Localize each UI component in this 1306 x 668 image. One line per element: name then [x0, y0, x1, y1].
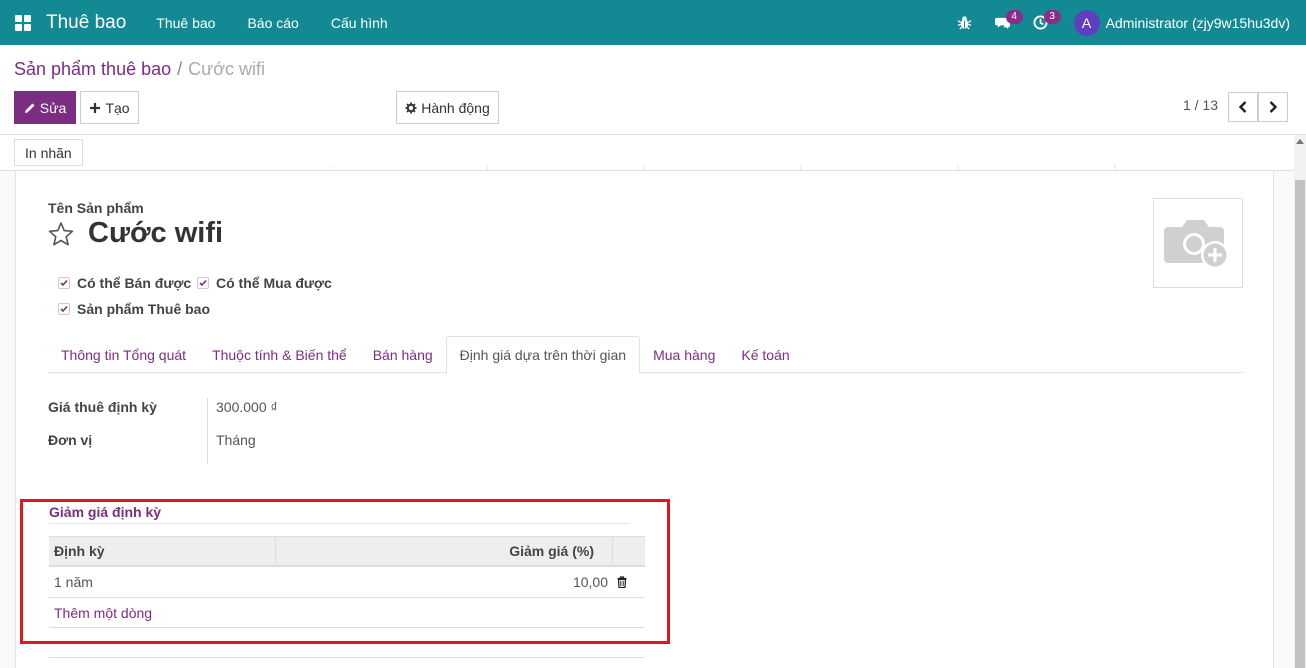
product-name[interactable]: Cước wifi: [88, 217, 223, 250]
star-icon[interactable]: [48, 221, 74, 247]
top-navbar: Thuê bao Thuê bao Báo cáo Cấu hình 4 3 A…: [0, 0, 1306, 45]
control-panel: Sản phẩm thuê bao / Cước wifi Sửa Tạo Hành…: [0, 45, 1306, 135]
edit-button[interactable]: Sửa: [14, 91, 76, 124]
chevron-left-icon: [1238, 101, 1247, 113]
form-sheet: Tên Sản phẩm Cước wifi Có thể Bán được C…: [15, 171, 1274, 668]
cell-period[interactable]: 1 năm: [49, 574, 276, 590]
check-icon: [199, 279, 207, 287]
avatar: A: [1073, 9, 1100, 36]
edit-button-label: Sửa: [39, 99, 67, 116]
tab-time-based-pricing[interactable]: Định giá dựa trên thời gian: [445, 336, 641, 374]
section-divider: [49, 523, 629, 524]
activities-badge: 3: [1043, 10, 1061, 24]
checkbox-subscription-product[interactable]: Sản phẩm Thuê bao: [58, 301, 210, 317]
field-separator: [207, 398, 208, 464]
column-header-discount[interactable]: Giảm giá (%): [276, 537, 613, 565]
cell-discount[interactable]: 10,00: [276, 574, 613, 590]
form-tabs: Thông tin Tổng quát Thuộc tính & Biến th…: [48, 336, 1243, 374]
create-button-label: Tạo: [105, 99, 130, 116]
check-icon: [60, 279, 68, 287]
checkbox-label: Có thể Bán được: [77, 275, 192, 291]
tab-accounting[interactable]: Kế toán: [728, 336, 802, 373]
scrollbar-thumb[interactable]: [1295, 180, 1305, 668]
delete-row-button[interactable]: [613, 576, 645, 588]
menu-item-configuration[interactable]: Cấu hình: [331, 15, 388, 31]
tab-sales[interactable]: Bán hàng: [360, 336, 446, 373]
action-dropdown-button[interactable]: Hành động: [396, 91, 499, 124]
breadcrumb-parent[interactable]: Sản phẩm thuê bao: [14, 59, 171, 79]
recurring-price-value[interactable]: 300.000 ₫: [216, 399, 278, 415]
scroll-up-arrow[interactable]: [1296, 139, 1304, 144]
app-title[interactable]: Thuê bao: [46, 12, 126, 34]
create-button[interactable]: Tạo: [80, 91, 139, 124]
plus-icon: [90, 102, 101, 113]
tab-general-info[interactable]: Thông tin Tổng quát: [48, 336, 199, 373]
tab-purchase[interactable]: Mua hàng: [640, 336, 728, 373]
camera-plus-icon: [1164, 220, 1229, 269]
print-label-button[interactable]: In nhãn: [14, 139, 83, 166]
column-header-period[interactable]: Định kỳ: [49, 537, 276, 565]
menu-item-reports[interactable]: Báo cáo: [247, 15, 298, 31]
recurring-discount-title: Giảm giá định kỳ: [49, 504, 162, 520]
user-name: Administrator (zjy9w15hu3dv): [1105, 14, 1290, 31]
table-header: Định kỳ Giảm giá (%): [49, 536, 645, 567]
checkbox-label: Có thể Mua được: [216, 275, 332, 291]
apps-icon[interactable]: [0, 0, 45, 45]
menu-item-subscriptions[interactable]: Thuê bao: [156, 15, 215, 31]
checkbox[interactable]: [58, 277, 70, 289]
trash-icon: [617, 576, 627, 588]
checkbox-label: Sản phẩm Thuê bao: [77, 301, 211, 317]
pencil-icon: [24, 103, 35, 113]
breadcrumb-separator: /: [177, 59, 183, 79]
product-image-upload[interactable]: [1153, 198, 1243, 288]
action-button-label: Hành động: [421, 99, 490, 116]
gear-icon: [405, 102, 417, 113]
user-menu[interactable]: A Administrator (zjy9w15hu3dv): [1073, 9, 1290, 36]
bug-icon[interactable]: [946, 0, 984, 45]
checkbox[interactable]: [197, 277, 209, 289]
tab-attributes-variants[interactable]: Thuộc tính & Biến thể: [199, 336, 360, 373]
unit-label: Đơn vị: [48, 432, 93, 448]
recurring-price-label: Giá thuê định kỳ: [48, 399, 157, 415]
pager-previous-button[interactable]: [1228, 92, 1258, 122]
checkbox-can-be-sold[interactable]: Có thể Bán được: [58, 275, 191, 291]
checkbox[interactable]: [58, 303, 70, 315]
breadcrumb-current: Cước wifi: [188, 59, 265, 79]
checkbox-can-be-purchased[interactable]: Có thể Mua được: [197, 275, 332, 291]
clock-icon[interactable]: 3: [1022, 0, 1061, 45]
unit-value[interactable]: Tháng: [216, 432, 256, 448]
chat-icon[interactable]: 4: [984, 0, 1023, 45]
check-icon: [60, 305, 68, 313]
bottom-divider: [49, 657, 645, 658]
add-line-link[interactable]: Thêm một dòng: [49, 598, 645, 628]
form-statusbar: In nhãn: [0, 135, 1294, 171]
pager-next-button[interactable]: [1258, 92, 1288, 122]
column-header-actions: [613, 537, 645, 565]
messages-badge: 4: [1005, 10, 1023, 24]
chevron-right-icon: [1269, 101, 1278, 113]
discount-table: Định kỳ Giảm giá (%) 1 năm 10,00 Thêm mộ…: [49, 536, 645, 628]
product-name-label: Tên Sản phẩm: [48, 200, 144, 216]
pager-value[interactable]: 1 / 13: [1183, 97, 1218, 113]
breadcrumb: Sản phẩm thuê bao / Cước wifi: [14, 59, 265, 80]
table-row[interactable]: 1 năm 10,00: [49, 567, 645, 598]
